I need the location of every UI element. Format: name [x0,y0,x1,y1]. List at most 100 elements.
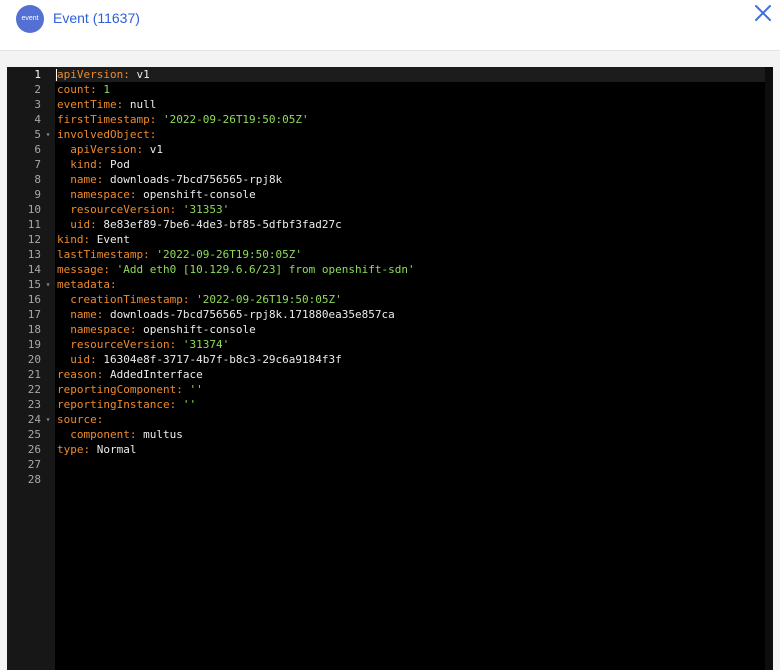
editor-line[interactable]: 13 lastTimestamp: '2022-09-26T19:50:05Z' [7,247,773,262]
editor-line[interactable]: 16 creationTimestamp: '2022-09-26T19:50:… [7,292,773,307]
editor-line[interactable]: 7 kind: Pod [7,157,773,172]
yaml-colon: : [109,278,117,291]
editor-line[interactable]: 9 namespace: openshift-console [7,187,773,202]
yaml-key: firstTimestamp [57,113,150,126]
yaml-editor[interactable]: 1 apiVersion: v1 2 count: 1 3 eventTime: null… [7,67,773,670]
line-number: 17 [27,308,41,321]
editor-line[interactable]: 14 message: 'Add eth0 [10.129.6.6/23] fro… [7,262,773,277]
line-text: component: multus [57,427,183,442]
yaml-key: count [57,83,91,96]
editor-line[interactable]: 2 count: 1 [7,82,773,97]
editor-line[interactable]: 18 namespace: openshift-console [7,322,773,337]
editor-line[interactable]: 19 resourceVersion: '31374' [7,337,773,352]
editor-line[interactable]: 1 apiVersion: v1 [7,67,773,82]
editor-line[interactable]: 27 [7,457,773,472]
line-number: 22 [27,383,41,396]
close-icon[interactable] [752,2,774,24]
yaml-value: '2022-09-26T19:50:05Z' [189,293,342,306]
line-number: 21 [27,368,41,381]
editor-line[interactable]: 8 name: downloads-7bcd756565-rpj8k [7,172,773,187]
yaml-value: downloads-7bcd756565-rpj8k [103,173,283,186]
yaml-key: namespace [70,188,130,201]
line-text: uid: 8e83ef89-7be6-4de3-bf85-5dfbf3fad27… [57,217,342,232]
line-number: 7 [34,158,41,171]
editor-line[interactable]: 3 eventTime: null [7,97,773,112]
yaml-key: reason [57,368,97,381]
yaml-colon: : [90,218,97,231]
line-text: name: downloads-7bcd756565-rpj8k [57,172,282,187]
yaml-colon: : [149,128,157,141]
line-text: kind: Event [57,232,130,247]
editor-line[interactable]: 11 uid: 8e83ef89-7be6-4de3-bf85-5dfbf3fa… [7,217,773,232]
yaml-colon: : [96,413,104,426]
editor-line[interactable]: 21 reason: AddedInterface [7,367,773,382]
editor-line[interactable]: 12 kind: Event [7,232,773,247]
yaml-value: v1 [129,68,150,81]
yaml-value: 1 [96,83,110,96]
editor-line[interactable]: 22 reportingComponent: '' [7,382,773,397]
line-number: 11 [27,218,41,231]
editor-line[interactable]: 24 ▾ source: [7,412,773,427]
line-number: 9 [34,188,41,201]
editor-line[interactable]: 25 component: multus [7,427,773,442]
yaml-key: component [70,428,130,441]
editor-line[interactable]: 26 type: Normal [7,442,773,457]
line-number: 1 [34,68,41,81]
yaml-key: eventTime [57,98,117,111]
yaml-key: message [57,263,104,276]
editor-line[interactable]: 28 [7,472,773,487]
yaml-colon: : [90,83,97,96]
line-text: eventTime: null [57,97,156,112]
editor-line[interactable]: 6 apiVersion: v1 [7,142,773,157]
editor-line[interactable]: 23 reportingInstance: '' [7,397,773,412]
yaml-colon: : [176,383,183,396]
line-number: 25 [27,428,41,441]
line-number: 14 [27,263,41,276]
line-number: 20 [27,353,41,366]
line-text: reportingInstance: '' [57,397,196,412]
editor-line[interactable]: 15 ▾ metadata: [7,277,773,292]
yaml-key: resourceVersion [70,338,170,351]
fold-toggle-icon[interactable]: ▾ [43,277,53,292]
fold-toggle-icon[interactable]: ▾ [43,412,53,427]
yaml-key: resourceVersion [70,203,170,216]
line-text: resourceVersion: '31374' [57,337,229,352]
line-number: 27 [27,458,41,471]
line-number: 4 [34,113,41,126]
line-text: count: 1 [57,82,110,97]
editor-line[interactable]: 10 resourceVersion: '31353' [7,202,773,217]
editor-line[interactable]: 5 ▾ involvedObject: [7,127,773,142]
yaml-value: downloads-7bcd756565-rpj8k.171880ea35e85… [103,308,395,321]
line-text: firstTimestamp: '2022-09-26T19:50:05Z' [57,112,309,127]
yaml-key: namespace [70,323,130,336]
yaml-value: Normal [90,443,137,456]
yaml-value: '31353' [176,203,230,216]
editor-line[interactable]: 4 firstTimestamp: '2022-09-26T19:50:05Z' [7,112,773,127]
editor-line[interactable]: 20 uid: 16304e8f-3717-4b7f-b8c3-29c6a918… [7,352,773,367]
modal-body: 1 apiVersion: v1 2 count: 1 3 eventTime: null… [0,51,780,670]
yaml-value: '' [176,398,197,411]
yaml-key: name [70,173,97,186]
yaml-value: '2022-09-26T19:50:05Z' [149,248,303,261]
yaml-value: openshift-console [136,323,256,336]
line-number: 6 [34,143,41,156]
editor-line[interactable]: 17 name: downloads-7bcd756565-rpj8k.1718… [7,307,773,322]
fold-toggle-icon[interactable]: ▾ [43,127,53,142]
yaml-key: metadata [57,278,110,291]
line-text: involvedObject: [57,127,156,142]
yaml-value: Event [90,233,130,246]
line-number: 16 [27,293,41,306]
yaml-value: v1 [143,143,163,156]
line-text: metadata: [57,277,117,292]
yaml-value: '' [182,383,203,396]
line-text: resourceVersion: '31353' [57,202,229,217]
line-text: message: 'Add eth0 [10.129.6.6/23] from … [57,262,415,277]
line-number: 28 [27,473,41,486]
